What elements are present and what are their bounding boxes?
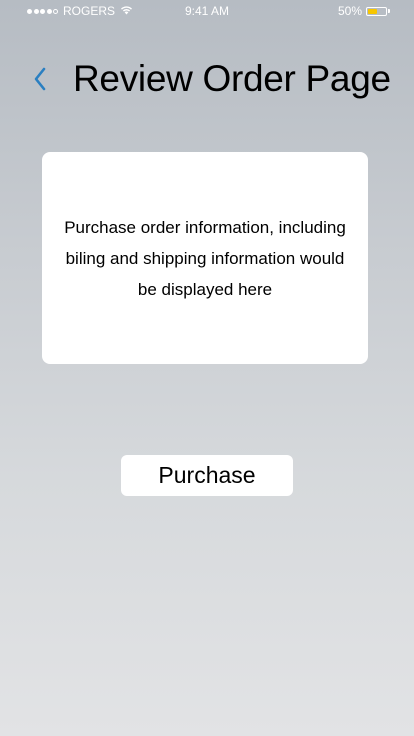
- battery-fill: [368, 8, 377, 14]
- status-right: 50%: [338, 4, 390, 18]
- order-info-card: Purchase order information, including bi…: [42, 152, 368, 364]
- back-button[interactable]: [26, 66, 54, 96]
- battery-percent: 50%: [337, 4, 362, 18]
- purchase-button[interactable]: Purchase: [121, 455, 293, 496]
- chevron-left-icon: [33, 67, 47, 96]
- battery-icon: [366, 6, 390, 16]
- order-info-text: Purchase order information, including bi…: [64, 217, 346, 299]
- battery-body: [366, 6, 387, 16]
- header: Review Order Page: [0, 56, 414, 106]
- page-title: Review Order Page: [73, 58, 391, 99]
- status-bar: ROGERS 9:41 AM 50%: [0, 0, 414, 22]
- battery-tip: [388, 9, 390, 13]
